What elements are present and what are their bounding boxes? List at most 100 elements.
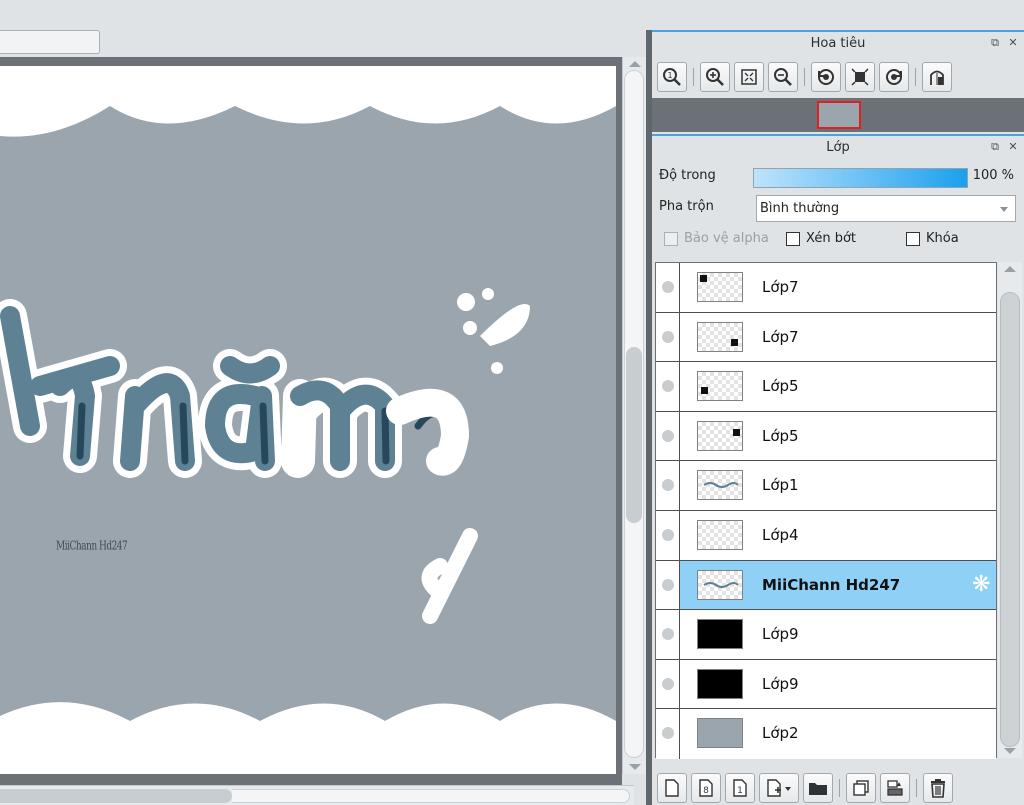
scroll-thumb[interactable] bbox=[626, 347, 642, 523]
merge-layer-button[interactable] bbox=[880, 772, 910, 803]
toolbar-separator bbox=[693, 68, 694, 86]
layer-visibility-toggle[interactable] bbox=[656, 709, 680, 759]
layer-visibility-toggle[interactable] bbox=[656, 362, 680, 411]
new-layer-button[interactable] bbox=[657, 772, 687, 803]
rotate-right-button[interactable] bbox=[879, 62, 909, 92]
svg-text:1: 1 bbox=[667, 71, 672, 80]
flip-horizontal-button[interactable] bbox=[922, 62, 952, 92]
toolbar-separator bbox=[839, 778, 840, 797]
layer-visibility-toggle[interactable] bbox=[656, 411, 680, 461]
navigator-toolbar: 1 bbox=[652, 56, 1024, 96]
blend-mode-value: Bình thường bbox=[760, 201, 840, 216]
layer-row[interactable]: MiiChann Hd247 ❋ bbox=[656, 560, 996, 611]
toolbar-separator bbox=[804, 68, 805, 86]
folder-icon bbox=[809, 782, 827, 795]
fit-screen-button[interactable] bbox=[734, 62, 764, 92]
layer-name: Lớp7 bbox=[762, 278, 799, 296]
navigator-title: Hoa tiêu bbox=[810, 36, 866, 51]
layer-scroll-thumb[interactable] bbox=[1000, 292, 1020, 747]
layer-row[interactable]: Lớp4 bbox=[656, 510, 996, 561]
layer-row[interactable]: Lớp9 bbox=[656, 659, 996, 710]
new-1bit-layer-icon: 1 bbox=[733, 778, 747, 797]
layer-visibility-toggle[interactable] bbox=[656, 461, 680, 510]
duplicate-layer-button[interactable] bbox=[846, 772, 876, 803]
scroll-down-icon[interactable] bbox=[629, 764, 641, 770]
layer-visibility-toggle[interactable] bbox=[656, 659, 680, 709]
layer-panel-header: Lớp ⧉ ✕ bbox=[652, 136, 1024, 160]
layer-thumbnail bbox=[697, 519, 743, 550]
layer-visibility-toggle[interactable] bbox=[656, 312, 680, 362]
canvas-horizontal-scrollbar[interactable] bbox=[0, 785, 634, 805]
toolbar-separator bbox=[916, 778, 917, 797]
new-8bit-layer-button[interactable]: 8 bbox=[691, 772, 721, 803]
rotate-right-icon bbox=[886, 69, 902, 85]
add-layer-menu-button[interactable] bbox=[759, 772, 799, 803]
add-layer-menu-icon bbox=[767, 778, 791, 797]
new-1bit-layer-button[interactable]: 1 bbox=[725, 772, 755, 803]
undock-icon[interactable]: ⧉ bbox=[988, 140, 1002, 154]
layer-thumbnail bbox=[697, 371, 743, 402]
layer-row[interactable]: Lớp9 bbox=[656, 610, 996, 660]
hscroll-track[interactable] bbox=[232, 789, 630, 803]
close-icon[interactable]: ✕ bbox=[1006, 140, 1020, 154]
protect-alpha-label: Bảo vệ alpha bbox=[684, 231, 769, 246]
layer-name: Lớp4 bbox=[762, 525, 799, 544]
scroll-track[interactable] bbox=[624, 70, 644, 758]
svg-text:1: 1 bbox=[737, 786, 743, 796]
protect-alpha-checkbox[interactable]: Bảo vệ alpha bbox=[664, 231, 769, 246]
layer-settings-gear-icon[interactable]: ❋ bbox=[972, 573, 994, 596]
scroll-up-icon[interactable] bbox=[629, 61, 641, 67]
layer-name: MiiChann Hd247 bbox=[762, 575, 901, 594]
eye-icon bbox=[662, 281, 674, 293]
svg-text:8: 8 bbox=[703, 786, 709, 796]
canvas-tab-field[interactable] bbox=[0, 30, 100, 54]
close-icon[interactable]: ✕ bbox=[1006, 36, 1020, 50]
canvas-paper[interactable]: MiiChann Hd247 bbox=[0, 66, 616, 774]
zoom-in-button[interactable] bbox=[700, 62, 730, 92]
layer-visibility-toggle[interactable] bbox=[656, 510, 680, 560]
layer-row[interactable]: Lớp7 bbox=[656, 263, 996, 313]
zoom-actual-button[interactable]: 1 bbox=[657, 62, 687, 92]
opacity-slider[interactable] bbox=[753, 168, 968, 188]
layer-visibility-toggle[interactable] bbox=[656, 610, 680, 659]
eye-icon bbox=[662, 578, 674, 591]
layer-row[interactable]: Lớp2 bbox=[656, 709, 996, 759]
new-folder-button[interactable] bbox=[803, 772, 833, 803]
eye-icon bbox=[662, 628, 674, 641]
zoom-out-button[interactable] bbox=[768, 62, 798, 92]
new-layer-icon bbox=[665, 778, 679, 797]
navigator-preview[interactable] bbox=[652, 98, 1024, 132]
scroll-down-icon[interactable] bbox=[1004, 748, 1016, 754]
navigator-viewport-frame[interactable] bbox=[817, 101, 861, 129]
canvas-area[interactable]: MiiChann Hd247 bbox=[0, 57, 622, 785]
layer-visibility-toggle[interactable] bbox=[656, 560, 680, 610]
undock-icon[interactable]: ⧉ bbox=[988, 36, 1002, 50]
opacity-label: Độ trong bbox=[659, 168, 716, 183]
checkbox-box bbox=[664, 231, 678, 246]
thumbnail-text-mark bbox=[703, 482, 739, 489]
delete-layer-button[interactable] bbox=[923, 772, 953, 803]
eye-icon bbox=[662, 330, 674, 343]
zoom-actual-icon: 1 bbox=[663, 68, 681, 86]
layer-row[interactable]: Lớp1 bbox=[656, 461, 996, 511]
blend-mode-select[interactable]: Bình thường bbox=[756, 195, 1016, 222]
thumbnail-text-mark bbox=[703, 581, 739, 588]
hscroll-thumb[interactable] bbox=[0, 789, 232, 803]
eye-icon bbox=[662, 528, 674, 541]
fit-canvas-button[interactable] bbox=[845, 62, 875, 92]
canvas-vertical-scrollbar[interactable] bbox=[622, 57, 646, 774]
rotate-left-button[interactable] bbox=[811, 62, 841, 92]
thumbnail-mark bbox=[731, 338, 738, 346]
layer-name: Lớp2 bbox=[762, 724, 799, 743]
layer-row[interactable]: Lớp5 bbox=[656, 362, 996, 412]
layer-visibility-toggle[interactable] bbox=[656, 263, 680, 312]
layer-list[interactable]: Lớp7 Lớp7 Lớp5 Lớp5 Lớp1 Lớp4 MiiChann Hd247 ❋ L… bbox=[655, 262, 997, 759]
layer-row[interactable]: Lớp7 bbox=[656, 312, 996, 363]
layer-panel-title: Lớp bbox=[826, 140, 850, 155]
layer-row[interactable]: Lớp5 bbox=[656, 411, 996, 462]
layer-list-scrollbar[interactable] bbox=[998, 262, 1022, 758]
lock-checkbox[interactable]: Khóa bbox=[906, 231, 959, 246]
scroll-up-icon[interactable] bbox=[1004, 266, 1016, 272]
clipping-checkbox[interactable]: Xén bớt bbox=[786, 231, 856, 246]
layer-thumbnail bbox=[697, 420, 743, 451]
